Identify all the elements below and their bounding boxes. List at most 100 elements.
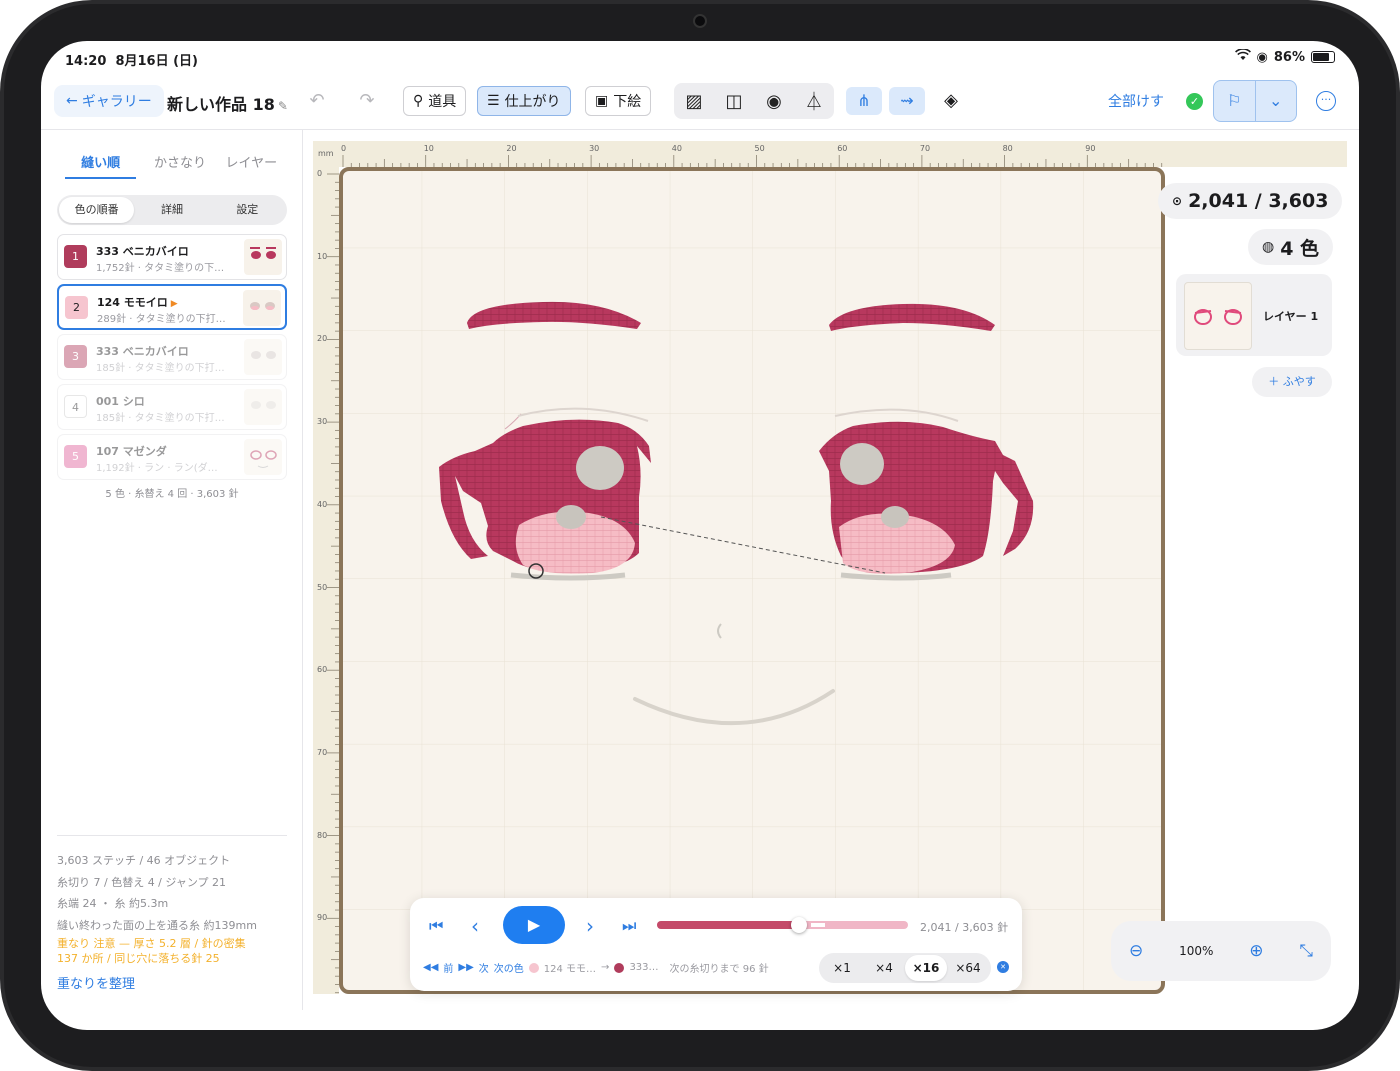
undo-icon[interactable]: ↶: [306, 90, 328, 112]
chevron-down-icon[interactable]: ⌄: [1256, 81, 1297, 121]
sketch-button[interactable]: ▣ 下絵: [585, 86, 652, 116]
current-color-name: 124 モモ…: [543, 964, 597, 975]
stitch-counter-badge: ⊙ 2,041 / 3,603: [1158, 183, 1343, 219]
ruler-x-label: 70: [919, 144, 931, 153]
ruler-y-label: 50: [317, 582, 328, 592]
tools-button[interactable]: ⚲ 道具: [403, 86, 467, 116]
color-row-2[interactable]: 2 124 モモイロ ▶ 289針 · タタミ塗りの下打…: [57, 284, 287, 330]
segment-color-order[interactable]: 色の順番: [59, 197, 135, 223]
segment-settings[interactable]: 設定: [210, 197, 285, 223]
finish-preview-button[interactable]: ☰ 仕上がり: [477, 86, 571, 116]
fast-forward-icon[interactable]: ▶▶: [458, 962, 473, 973]
close-playback-icon[interactable]: ✕: [997, 961, 1009, 973]
left-panel: 縫い順 かさなり レイヤー 色の順番 詳細 設定 1 333 ベニカバイロ 1,…: [41, 130, 303, 1010]
color-thumbnail: [244, 389, 282, 425]
skip-to-start-icon[interactable]: ⏮: [429, 916, 443, 936]
step-forward-icon[interactable]: ›: [586, 914, 594, 938]
view-tool-group: ▨ ◫ ◉ ⏃: [674, 83, 834, 119]
next-button[interactable]: 次: [479, 960, 489, 975]
color-detail: 185針 · タタミ塗りの下打…: [96, 413, 225, 424]
nodes-icon[interactable]: ⋔: [846, 87, 882, 115]
more-options-icon[interactable]: ···: [1316, 91, 1336, 111]
document-title[interactable]: 新しい作品 18 ✎: [167, 91, 288, 115]
image-icon: ▣: [595, 93, 609, 109]
speed-x64[interactable]: ×64: [947, 955, 989, 981]
sketch-label: 下絵: [613, 94, 642, 110]
gallery-back-button[interactable]: ← ギャラリー: [54, 85, 164, 117]
fabric-icon[interactable]: ◫: [714, 91, 754, 112]
tab-overlap[interactable]: かさなり: [144, 152, 215, 179]
eye-icon[interactable]: ◉: [754, 91, 794, 112]
left-panel-tabs: 縫い順 かさなり レイヤー: [57, 152, 287, 179]
ruler-x-label: 40: [671, 144, 682, 153]
rewind-icon[interactable]: ◀◀: [423, 962, 438, 973]
ruler-x-label: 30: [589, 144, 600, 153]
speed-x4[interactable]: ×4: [863, 955, 905, 981]
color-order-list: 1 333 ベニカバイロ 1,752針 · タタミ塗りの下… 2 124 モモイ…: [57, 234, 287, 484]
tool-icon: ⚲: [413, 93, 424, 109]
play-icon: ▶: [527, 915, 541, 934]
color-row-4[interactable]: 4 001 シロ 185針 · タタミ塗りの下打…: [57, 384, 287, 430]
ruler-y-label: 90: [317, 913, 328, 923]
color-row-5[interactable]: 5 107 マゼンダ 1,192針 · ラン · ラン(ダ…: [57, 434, 287, 480]
playback-bar: ⏮ ‹ ▶ › ⏭ 2,041 / 3,603 針 ◀◀ 前 ▶▶ 次 次の色 …: [410, 898, 1022, 991]
segment-details[interactable]: 詳細: [134, 197, 209, 223]
color-swatch-number: 2: [65, 296, 88, 319]
speed-x16[interactable]: ×16: [905, 955, 947, 981]
ruler-y-label: 20: [317, 334, 328, 344]
color-row-3[interactable]: 3 333 ベニカバイロ 185針 · タタミ塗りの下打…: [57, 334, 287, 380]
mirror-icon[interactable]: ⏃: [794, 88, 834, 114]
playback-progress-track[interactable]: [657, 917, 908, 933]
stitch-stats: 3,603 ステッチ / 46 オブジェクト 糸切り 7 / 色替え 4 / ジ…: [57, 835, 287, 996]
hide-image-icon[interactable]: ▨: [674, 91, 714, 112]
saved-check-icon: ✓: [1186, 93, 1203, 110]
skip-to-end-icon[interactable]: ⏭: [622, 916, 636, 936]
embroidery-canvas[interactable]: [339, 167, 1165, 994]
color-name: 124 モモイロ ▶: [97, 294, 178, 310]
color-name: 107 マゼンダ: [96, 445, 167, 458]
zoom-in-icon[interactable]: ⊕: [1249, 941, 1263, 961]
redo-icon[interactable]: ↷: [356, 90, 378, 112]
play-button[interactable]: ▶: [503, 906, 565, 944]
organize-overlap-button[interactable]: 重なりを整理: [57, 974, 287, 996]
camera: [693, 14, 707, 28]
battery-icon: [1311, 51, 1335, 63]
add-layer-label: ふやす: [1282, 375, 1316, 388]
color-detail: 1,192針 · ラン · ラン(ダ…: [96, 463, 218, 474]
speed-selector: ×1 ×4 ×16 ×64: [819, 953, 991, 983]
layers-icon[interactable]: ◈: [940, 90, 962, 112]
color-detail: 185針 · タタミ塗りの下打…: [96, 363, 225, 374]
layer-name: レイヤー 1: [1263, 310, 1319, 323]
status-indicators: ◉ 86%: [1234, 48, 1335, 65]
add-layer-button[interactable]: ＋ ふやす: [1252, 367, 1332, 397]
fit-to-screen-icon[interactable]: ⤡: [1299, 941, 1313, 961]
color-name: 001 シロ: [96, 395, 145, 408]
gallery-back-label: ギャラリー: [81, 94, 152, 110]
prev-button[interactable]: 前: [443, 960, 453, 975]
ruler-x-label: 90: [1085, 144, 1096, 153]
speed-x1[interactable]: ×1: [821, 955, 863, 981]
current-color-dot: [528, 962, 539, 973]
status-time: 14:20 8月16日 (日): [65, 50, 198, 69]
color-detail: 1,752針 · タタミ塗りの下…: [96, 263, 225, 274]
overlap-warning-detail: 137 か所 / 同じ穴に落ちる針 25: [57, 952, 220, 965]
color-row-1[interactable]: 1 333 ベニカバイロ 1,752針 · タタミ塗りの下…: [57, 234, 287, 280]
color-swatch-number: 3: [64, 345, 87, 368]
battery-percent: 86%: [1273, 49, 1305, 65]
playback-scrubber-knob[interactable]: [791, 917, 808, 933]
next-color-button[interactable]: 次の色: [494, 960, 524, 975]
layer-card[interactable]: レイヤー 1: [1176, 274, 1332, 356]
play-circle-icon: ⊙: [1172, 194, 1183, 208]
color-list-summary: 5 色 · 糸替え 4 回 · 3,603 針: [105, 489, 239, 500]
ruler-unit-label: mm: [318, 149, 334, 158]
status-date: 8月16日 (日): [115, 54, 198, 69]
route-icon[interactable]: ⇝: [889, 87, 925, 115]
zoom-out-icon[interactable]: ⊖: [1129, 941, 1143, 961]
bookmark-icon[interactable]: ⚐: [1214, 81, 1256, 121]
ruler-x-label: 0: [341, 144, 347, 153]
step-back-icon[interactable]: ‹: [471, 914, 479, 938]
erase-all-button[interactable]: 全部けす: [1108, 91, 1164, 111]
tab-layers[interactable]: レイヤー: [216, 152, 287, 179]
finish-label: 仕上がり: [504, 94, 561, 110]
tab-stitch-order[interactable]: 縫い順: [65, 152, 137, 179]
